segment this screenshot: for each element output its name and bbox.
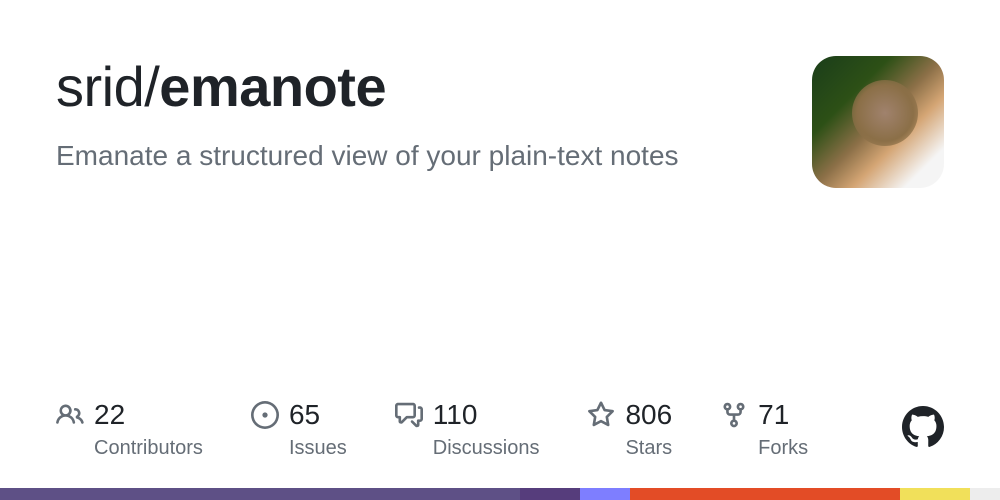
star-icon	[587, 401, 615, 429]
slash-separator: /	[144, 55, 159, 118]
stat-label: Issues	[251, 437, 347, 460]
issue-opened-icon	[251, 401, 279, 429]
stat-label: Contributors	[56, 437, 203, 460]
header: srid/emanote Emanate a structured view o…	[56, 56, 944, 188]
repo-owner[interactable]: srid	[56, 55, 144, 118]
stats-row: 22 Contributors 65 Issues 110 Discussion…	[56, 399, 944, 460]
repo-forked-icon	[720, 401, 748, 429]
comment-discussion-icon	[395, 401, 423, 429]
lang-segment-javascript	[900, 488, 970, 500]
lang-segment-haskell	[0, 488, 520, 500]
lang-segment-html	[630, 488, 900, 500]
lang-segment-other	[970, 488, 1000, 500]
repo-name[interactable]: emanote	[159, 55, 386, 118]
stat-label: Forks	[720, 437, 808, 460]
lang-segment-nix	[580, 488, 630, 500]
repo-description: Emanate a structured view of your plain-…	[56, 140, 788, 172]
stat-label: Stars	[587, 437, 672, 460]
stat-forks[interactable]: 71 Forks	[720, 399, 808, 460]
lang-segment-css	[520, 488, 580, 500]
stat-stars[interactable]: 806 Stars	[587, 399, 672, 460]
stat-discussions[interactable]: 110 Discussions	[395, 399, 540, 460]
stat-value: 806	[625, 399, 672, 431]
stat-issues[interactable]: 65 Issues	[251, 399, 347, 460]
stat-value: 110	[433, 399, 478, 431]
repo-title: srid/emanote	[56, 56, 788, 118]
stat-value: 71	[758, 399, 789, 431]
github-logo-icon[interactable]	[902, 406, 944, 453]
stat-value: 65	[289, 399, 320, 431]
title-block: srid/emanote Emanate a structured view o…	[56, 56, 788, 172]
language-bar	[0, 488, 1000, 500]
stat-contributors[interactable]: 22 Contributors	[56, 399, 203, 460]
people-icon	[56, 401, 84, 429]
avatar[interactable]	[812, 56, 944, 188]
repo-social-card: srid/emanote Emanate a structured view o…	[0, 0, 1000, 500]
stat-label: Discussions	[395, 437, 540, 460]
stat-value: 22	[94, 399, 125, 431]
